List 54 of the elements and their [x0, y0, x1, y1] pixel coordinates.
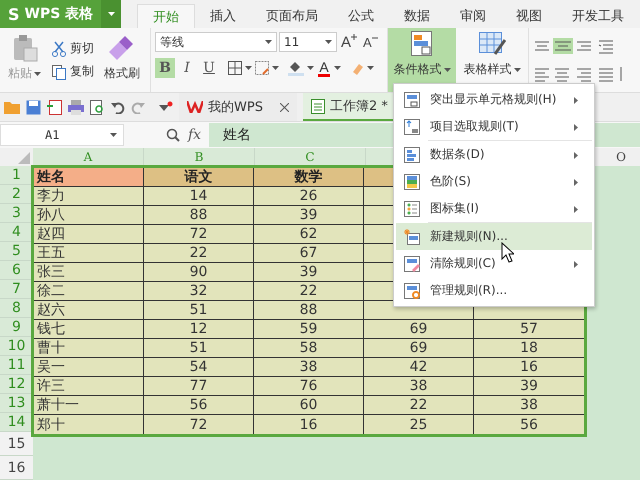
table-cell: 42: [364, 358, 474, 376]
table-cell: 76: [254, 377, 364, 395]
table-cell: 62: [254, 225, 364, 243]
table-cell: 22: [364, 396, 474, 414]
table-cell: 59: [254, 320, 364, 338]
table-cell: 许三: [34, 377, 144, 395]
table-cell: 语文: [144, 168, 254, 186]
table-cell: 12: [144, 320, 254, 338]
table-cell: 39: [254, 263, 364, 281]
table-cell: 38: [254, 358, 364, 376]
table-cell: 51: [144, 339, 254, 357]
table-cell: 22: [144, 244, 254, 262]
table-cell: 钱七: [34, 320, 144, 338]
table-cell: 88: [254, 301, 364, 319]
table-cell: 38: [474, 396, 584, 414]
table-cell: 56: [474, 415, 584, 434]
table-cell: 69: [364, 320, 474, 338]
table-cell: 赵六: [34, 301, 144, 319]
table-cell: 88: [144, 206, 254, 224]
table-cell: 18: [474, 339, 584, 357]
table-cell: 69: [364, 339, 474, 357]
table-cell: 51: [144, 301, 254, 319]
table-cell: 72: [144, 415, 254, 434]
table-cell: 32: [144, 282, 254, 300]
table-cell: 孙八: [34, 206, 144, 224]
table-cell: 曹十: [34, 339, 144, 357]
table-cell: 39: [474, 377, 584, 395]
table-cell: 25: [364, 415, 474, 434]
table-cell: 徐二: [34, 282, 144, 300]
table-cell: 张三: [34, 263, 144, 281]
table-cell: 吴一: [34, 358, 144, 376]
table-cell: 16: [254, 415, 364, 434]
table-cell: 90: [144, 263, 254, 281]
table-cell: 58: [254, 339, 364, 357]
table-cell: 萧十一: [34, 396, 144, 414]
table-cell: 57: [474, 320, 584, 338]
table-cell: 郑十: [34, 415, 144, 434]
table-cell: 72: [144, 225, 254, 243]
table-cell: 22: [254, 282, 364, 300]
table-cell: 77: [144, 377, 254, 395]
table-cell: 李力: [34, 187, 144, 205]
table-cell: 56: [144, 396, 254, 414]
table-cell: 姓名: [34, 168, 144, 186]
table-cell: 王五: [34, 244, 144, 262]
table-cell: 赵四: [34, 225, 144, 243]
table-cell: 26: [254, 187, 364, 205]
table-cell: 67: [254, 244, 364, 262]
table-cell: 16: [474, 358, 584, 376]
table-cell: 14: [144, 187, 254, 205]
table-cell: 54: [144, 358, 254, 376]
table-cell: 38: [364, 377, 474, 395]
table-cell: 数学: [254, 168, 364, 186]
table-cell: 60: [254, 396, 364, 414]
table-cell: 39: [254, 206, 364, 224]
